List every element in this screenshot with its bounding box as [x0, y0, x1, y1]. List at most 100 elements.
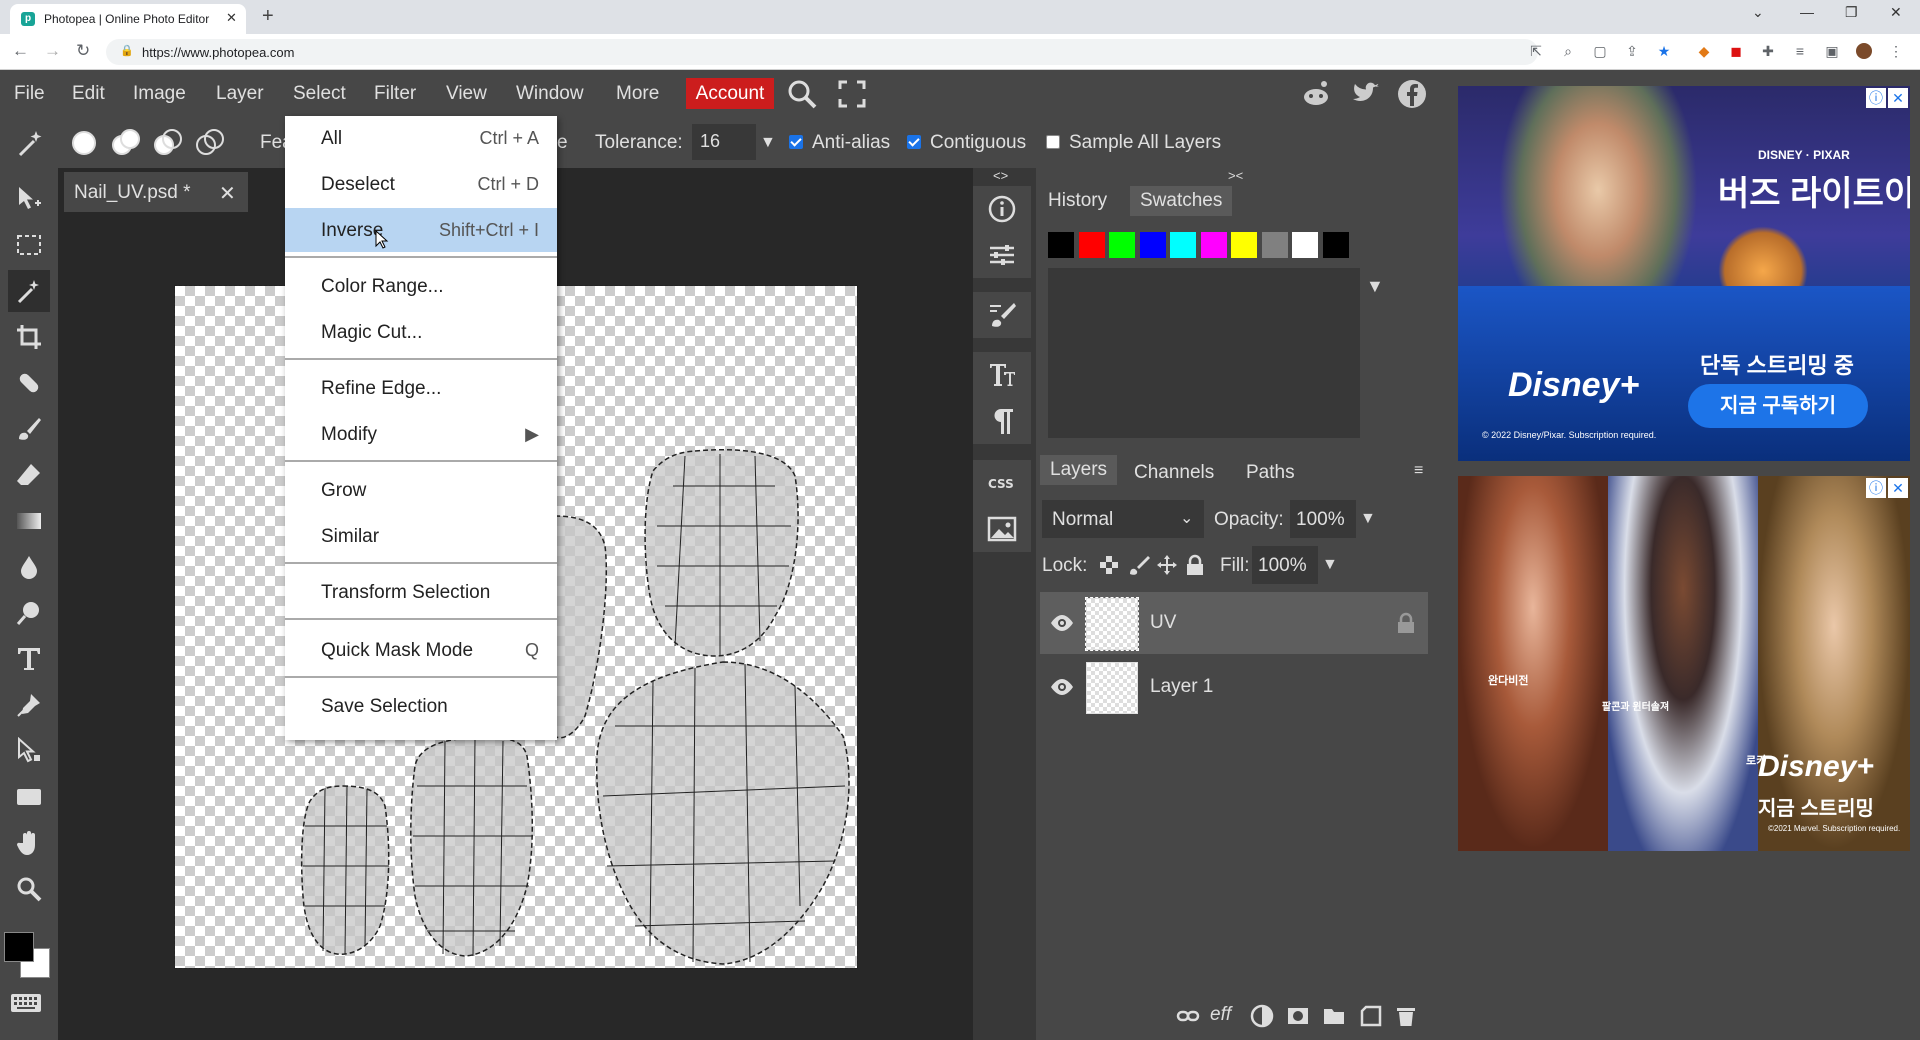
new-layer-icon[interactable] — [1358, 1004, 1382, 1028]
menu-item-magic-cut[interactable]: Magic Cut... — [285, 310, 557, 354]
menu-edit[interactable]: Edit — [72, 83, 105, 105]
collapse-panels-right-button[interactable]: >< — [1228, 168, 1243, 183]
fullscreen-icon[interactable] — [836, 78, 868, 110]
menu-item-similar[interactable]: Similar — [285, 514, 557, 558]
menu-item-refine-edge[interactable]: Refine Edge... — [285, 366, 557, 410]
color-swatch[interactable] — [1139, 232, 1166, 258]
reading-list-icon[interactable]: ≡ — [1792, 43, 1808, 59]
lock-pixels-brush-icon[interactable] — [1128, 554, 1150, 576]
menu-item-color-range[interactable]: Color Range... — [285, 264, 557, 308]
tab-paths[interactable]: Paths — [1246, 462, 1295, 484]
restore-icon[interactable]: ❐ — [1845, 4, 1858, 21]
paragraph-panel-button[interactable] — [973, 398, 1031, 444]
menu-item-transform-selection[interactable]: Transform Selection — [285, 570, 557, 614]
lock-all-icon[interactable] — [1184, 554, 1206, 576]
menu-file[interactable]: File — [14, 83, 45, 105]
rectangle-tool[interactable] — [8, 776, 50, 818]
facebook-icon[interactable] — [1396, 78, 1428, 110]
account-button[interactable]: Account — [686, 78, 774, 109]
menu-item-modify[interactable]: Modify ▶ — [285, 412, 557, 456]
image-panel-button[interactable] — [973, 506, 1031, 552]
side-panel-icon[interactable]: ▣ — [1824, 43, 1840, 59]
browser-tab[interactable]: p Photopea | Online Photo Editor ✕ — [10, 4, 246, 34]
layer-effects-button[interactable]: eff — [1210, 1004, 1231, 1026]
color-swatch[interactable] — [1322, 232, 1349, 258]
tab-layers[interactable]: Layers — [1040, 455, 1118, 485]
new-tab-icon[interactable]: + — [262, 5, 274, 28]
close-document-icon[interactable]: ✕ — [219, 181, 236, 206]
color-swatch[interactable] — [1292, 232, 1318, 258]
layer-mask-icon[interactable] — [1286, 1004, 1310, 1028]
delete-layer-trash-icon[interactable] — [1394, 1004, 1418, 1028]
chrome-menu-icon[interactable]: ⋮ — [1888, 43, 1904, 59]
menu-item-all[interactable]: All Ctrl + A — [285, 116, 557, 160]
menu-window[interactable]: Window — [516, 83, 584, 105]
move-tool[interactable] — [8, 178, 50, 220]
color-swatch[interactable] — [1109, 232, 1135, 258]
ad-close-icon[interactable]: ✕ — [1888, 478, 1908, 498]
menu-item-deselect[interactable]: Deselect Ctrl + D — [285, 162, 557, 206]
magic-wand-preset-icon[interactable] — [14, 127, 46, 159]
tolerance-dropdown-icon[interactable]: ▼ — [760, 134, 776, 152]
tab-search-chevron-icon[interactable]: ⌄ — [1752, 4, 1764, 21]
menu-image[interactable]: Image — [133, 83, 186, 105]
address-bar[interactable]: 🔒 https://www.photopea.com — [106, 39, 1538, 65]
zoom-icon[interactable]: ⌕ — [1560, 43, 1576, 59]
color-swatch[interactable] — [1200, 232, 1227, 258]
layer-name[interactable]: Layer 1 — [1150, 676, 1213, 698]
collapse-panels-left-button[interactable]: <> — [993, 168, 1008, 183]
color-swatch[interactable] — [1048, 232, 1074, 258]
intersect-selection-icon[interactable] — [194, 127, 226, 159]
ad-info-icon[interactable]: ⓘ — [1866, 88, 1886, 108]
visibility-eye-icon[interactable] — [1050, 612, 1074, 634]
twitter-icon[interactable] — [1350, 78, 1382, 110]
swatches-menu-arrow-icon[interactable]: ▼ — [1366, 276, 1384, 297]
crop-tool[interactable] — [8, 316, 50, 358]
menu-layer[interactable]: Layer — [216, 83, 264, 105]
lock-transparency-icon[interactable] — [1098, 554, 1120, 576]
css-panel-button[interactable]: CSS — [973, 460, 1031, 506]
gradient-tool[interactable] — [8, 500, 50, 542]
extensions-puzzle-icon[interactable]: ✚ — [1760, 43, 1776, 59]
tab-history[interactable]: History — [1048, 190, 1107, 212]
page-icon[interactable]: ▢ — [1592, 43, 1608, 59]
extension-shield-icon[interactable]: ◼ — [1728, 43, 1744, 59]
minimize-icon[interactable]: — — [1800, 4, 1814, 20]
menu-item-inverse[interactable]: Inverse Shift+Ctrl + I — [285, 208, 557, 252]
lock-position-icon[interactable] — [1156, 554, 1178, 576]
color-swatch[interactable] — [1231, 232, 1257, 258]
tolerance-input[interactable]: 16 — [692, 124, 756, 160]
healing-brush-tool[interactable] — [8, 362, 50, 404]
extension-fox-icon[interactable]: ◆ — [1696, 43, 1712, 59]
ad-info-icon[interactable]: ⓘ — [1866, 478, 1886, 498]
opacity-input[interactable]: 100% — [1290, 500, 1356, 538]
brush-settings-panel-button[interactable] — [973, 292, 1031, 338]
reload-icon[interactable]: ↻ — [76, 41, 90, 61]
reddit-icon[interactable] — [1300, 78, 1332, 110]
new-group-folder-icon[interactable] — [1322, 1004, 1346, 1028]
layer-name[interactable]: UV — [1150, 612, 1176, 634]
path-select-tool[interactable] — [8, 730, 50, 772]
info-panel-button[interactable] — [973, 186, 1031, 232]
close-window-icon[interactable]: ✕ — [1890, 4, 1902, 21]
subtract-from-selection-icon[interactable] — [152, 127, 184, 159]
bookmark-star-icon[interactable]: ★ — [1656, 43, 1672, 59]
color-swatch[interactable] — [1261, 232, 1288, 258]
layer-row-layer-1[interactable]: Layer 1 — [1040, 656, 1428, 718]
open-in-app-icon[interactable]: ⇱ — [1528, 43, 1544, 59]
eraser-tool[interactable] — [8, 454, 50, 496]
ad-close-icon[interactable]: ✕ — [1888, 88, 1908, 108]
advertisement-banner-buzz-lightyear[interactable]: DISNEY · PIXAR 버즈 라이트이어 Disney+ 단독 스트리밍 … — [1458, 86, 1910, 461]
back-icon[interactable]: ← — [12, 41, 29, 61]
link-layers-icon[interactable] — [1176, 1006, 1200, 1026]
adjustment-layer-icon[interactable] — [1250, 1004, 1274, 1028]
color-swatch[interactable] — [1170, 232, 1196, 258]
brush-tool[interactable] — [8, 408, 50, 450]
contiguous-checkbox[interactable] — [907, 135, 921, 149]
adjustments-panel-button[interactable] — [973, 232, 1031, 278]
sample-all-layers-checkbox[interactable] — [1046, 135, 1060, 149]
advertisement-banner-marvel[interactable]: 완다비전 팔콘과 윈터솔져 로키 Disney+ 지금 스트리밍 ©2021 M… — [1458, 476, 1910, 851]
close-tab-icon[interactable]: ✕ — [226, 10, 237, 26]
pen-tool[interactable] — [8, 684, 50, 726]
magic-wand-tool[interactable] — [8, 270, 50, 312]
